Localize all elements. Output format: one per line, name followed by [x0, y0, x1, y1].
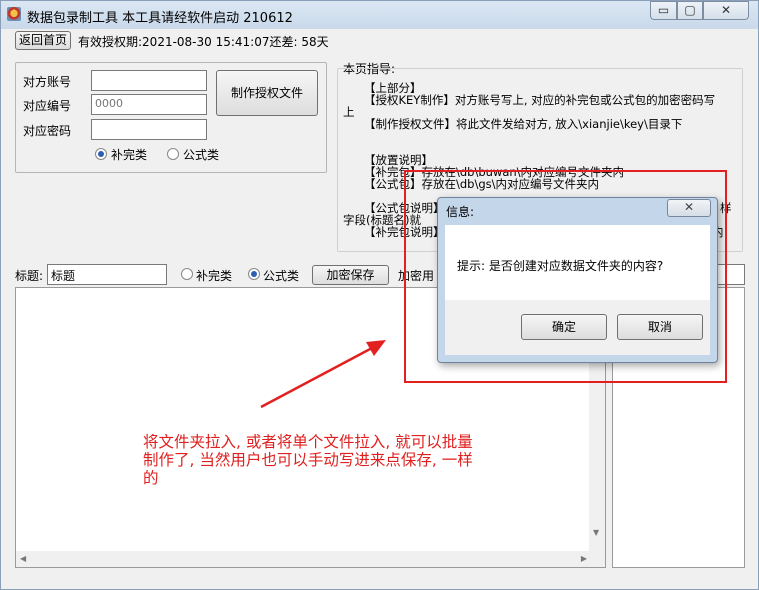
annotation-text: 将文件夹拉入, 或者将单个文件拉入, 就可以批量制作了, 当然用户也可以手动写进… — [143, 433, 473, 487]
highlight-box — [404, 170, 727, 383]
